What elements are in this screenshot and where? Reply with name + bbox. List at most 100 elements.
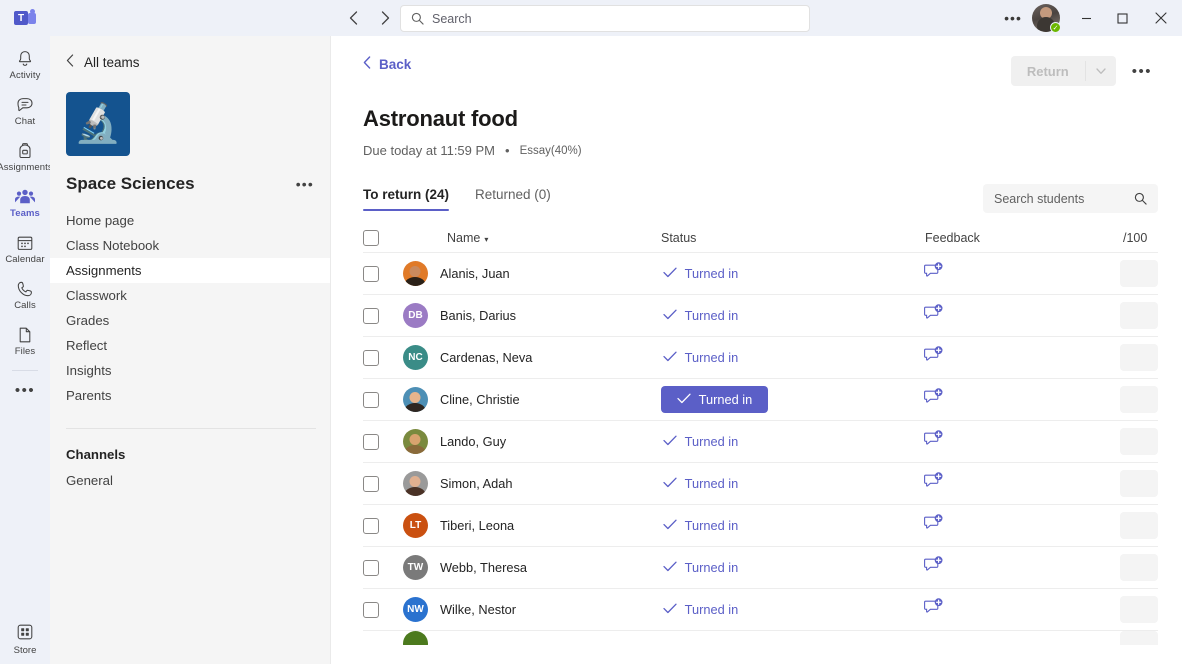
- table-row[interactable]: LTTiberi, LeonaTurned in: [363, 505, 1158, 547]
- sidebar-item-assignments[interactable]: Assignments: [50, 258, 330, 283]
- avatar[interactable]: ✓: [1032, 4, 1060, 32]
- sidebar-item-home-page[interactable]: Home page: [50, 208, 330, 233]
- avatar: [403, 429, 428, 454]
- table-row[interactable]: TWWebb, Theresa Turned in: [363, 547, 1158, 589]
- add-feedback-icon[interactable]: [924, 346, 943, 369]
- student-cell: DBBanis, Darius: [403, 303, 661, 328]
- add-feedback-icon: [924, 304, 943, 322]
- row-checkbox[interactable]: [363, 602, 379, 618]
- rail-item-teams[interactable]: Teams: [0, 180, 50, 226]
- table-row[interactable]: Simon, AdahTurned in: [363, 463, 1158, 505]
- add-feedback-icon[interactable]: [924, 556, 943, 579]
- main-content: Back Return ••• Astronaut food Due today…: [331, 36, 1182, 664]
- sidebar-channel-general[interactable]: General: [50, 468, 330, 493]
- add-feedback-icon[interactable]: [924, 598, 943, 621]
- window-close-button[interactable]: [1140, 0, 1182, 36]
- search-students-input[interactable]: Search students: [983, 184, 1158, 213]
- grade-input[interactable]: [1120, 596, 1158, 623]
- student-cell: LTTiberi, Leona: [403, 513, 661, 538]
- table-row[interactable]: Alanis, JuanTurned in: [363, 253, 1158, 295]
- grade-input[interactable]: [1120, 302, 1158, 329]
- status-turned-in[interactable]: Turned in: [661, 261, 741, 286]
- rail-item-chat[interactable]: Chat: [0, 88, 50, 134]
- row-checkbox[interactable]: [363, 266, 379, 282]
- return-button-label[interactable]: Return: [1011, 56, 1085, 86]
- grade-input[interactable]: [1120, 386, 1158, 413]
- rail-item-assignments[interactable]: Assignments: [0, 134, 50, 180]
- row-checkbox[interactable]: [363, 434, 379, 450]
- team-avatar[interactable]: 🔬: [66, 92, 130, 156]
- status-label: Turned in: [685, 560, 739, 575]
- nav-forward-icon[interactable]: [372, 5, 398, 31]
- row-checkbox[interactable]: [363, 518, 379, 534]
- row-checkbox[interactable]: [363, 350, 379, 366]
- status-turned-in[interactable]: Turned in: [661, 471, 741, 496]
- rail-more-button[interactable]: •••: [0, 373, 50, 407]
- table-row[interactable]: NCCardenas, NevaTurned in: [363, 337, 1158, 379]
- chevron-down-icon[interactable]: [1086, 56, 1116, 86]
- table-row[interactable]: Lando, GuyTurned in: [363, 421, 1158, 463]
- row-checkbox[interactable]: [363, 308, 379, 324]
- student-cell: TWWebb, Theresa: [403, 555, 661, 580]
- status-turned-in[interactable]: Turned in: [661, 555, 741, 580]
- grade-input[interactable]: [1120, 512, 1158, 539]
- window-maximize-button[interactable]: [1104, 0, 1140, 36]
- all-teams-back-button[interactable]: All teams: [50, 36, 330, 70]
- window-minimize-button[interactable]: [1068, 0, 1104, 36]
- tab-returned[interactable]: Returned (0): [475, 187, 551, 211]
- teams-logo-dot: [30, 9, 35, 14]
- table-row[interactable]: Cline, ChristieTurned in: [363, 379, 1158, 421]
- assignment-more-button[interactable]: •••: [1126, 59, 1158, 84]
- sidebar-item-classwork[interactable]: Classwork: [50, 283, 330, 308]
- rail-label-teams: Teams: [10, 209, 40, 219]
- row-checkbox[interactable]: [363, 560, 379, 576]
- sidebar-item-grades[interactable]: Grades: [50, 308, 330, 333]
- grade-input[interactable]: [1120, 470, 1158, 497]
- add-feedback-icon[interactable]: [924, 472, 943, 495]
- rail-item-calendar[interactable]: Calendar: [0, 226, 50, 272]
- sidebar-item-reflect[interactable]: Reflect: [50, 333, 330, 358]
- grade-input[interactable]: [1120, 631, 1158, 645]
- nav-back-icon[interactable]: [340, 5, 366, 31]
- rail-item-files[interactable]: Files: [0, 318, 50, 364]
- return-split-button[interactable]: Return: [1011, 56, 1116, 86]
- check-icon: [663, 560, 677, 575]
- add-feedback-icon[interactable]: [924, 304, 943, 327]
- sidebar-item-parents[interactable]: Parents: [50, 383, 330, 408]
- table-body: Alanis, JuanTurned inDBBanis, DariusTurn…: [363, 253, 1158, 645]
- add-feedback-icon[interactable]: [924, 514, 943, 537]
- grade-input[interactable]: [1120, 554, 1158, 581]
- row-checkbox[interactable]: [363, 392, 379, 408]
- status-turned-in[interactable]: Turned in: [661, 513, 741, 538]
- status-turned-in[interactable]: Turned in: [661, 303, 741, 328]
- status-turned-in[interactable]: Turned in: [661, 429, 741, 454]
- sidebar-item-class-notebook[interactable]: Class Notebook: [50, 233, 330, 258]
- sidebar-item-insights[interactable]: Insights: [50, 358, 330, 383]
- table-row[interactable]: DBBanis, DariusTurned in: [363, 295, 1158, 337]
- select-all-checkbox[interactable]: [363, 230, 379, 246]
- check-icon: [663, 519, 677, 530]
- global-search-box[interactable]: Search: [400, 5, 810, 32]
- sidebar-item-label: Assignments: [66, 263, 142, 278]
- table-row[interactable]: [363, 631, 1158, 645]
- team-more-button[interactable]: •••: [296, 176, 314, 192]
- rail-item-activity[interactable]: Activity: [0, 42, 50, 88]
- add-feedback-icon[interactable]: [924, 430, 943, 453]
- status-turned-in[interactable]: Turned in: [661, 597, 741, 622]
- status-turned-in[interactable]: Turned in: [661, 386, 769, 413]
- add-feedback-icon[interactable]: [924, 388, 943, 411]
- back-button[interactable]: Back: [363, 56, 411, 72]
- grade-cell: [1116, 302, 1158, 329]
- status-turned-in[interactable]: Turned in: [661, 345, 741, 370]
- grade-input[interactable]: [1120, 428, 1158, 455]
- table-row[interactable]: NWWilke, NestorTurned in: [363, 589, 1158, 631]
- rail-item-store[interactable]: Store: [0, 622, 50, 656]
- tab-to-return[interactable]: To return (24): [363, 187, 449, 211]
- add-feedback-icon[interactable]: [924, 262, 943, 285]
- titlebar-more-button[interactable]: •••: [998, 3, 1028, 33]
- row-checkbox[interactable]: [363, 476, 379, 492]
- grade-input[interactable]: [1120, 260, 1158, 287]
- column-header-name[interactable]: Name▾: [403, 231, 661, 245]
- grade-input[interactable]: [1120, 344, 1158, 371]
- rail-item-calls[interactable]: Calls: [0, 272, 50, 318]
